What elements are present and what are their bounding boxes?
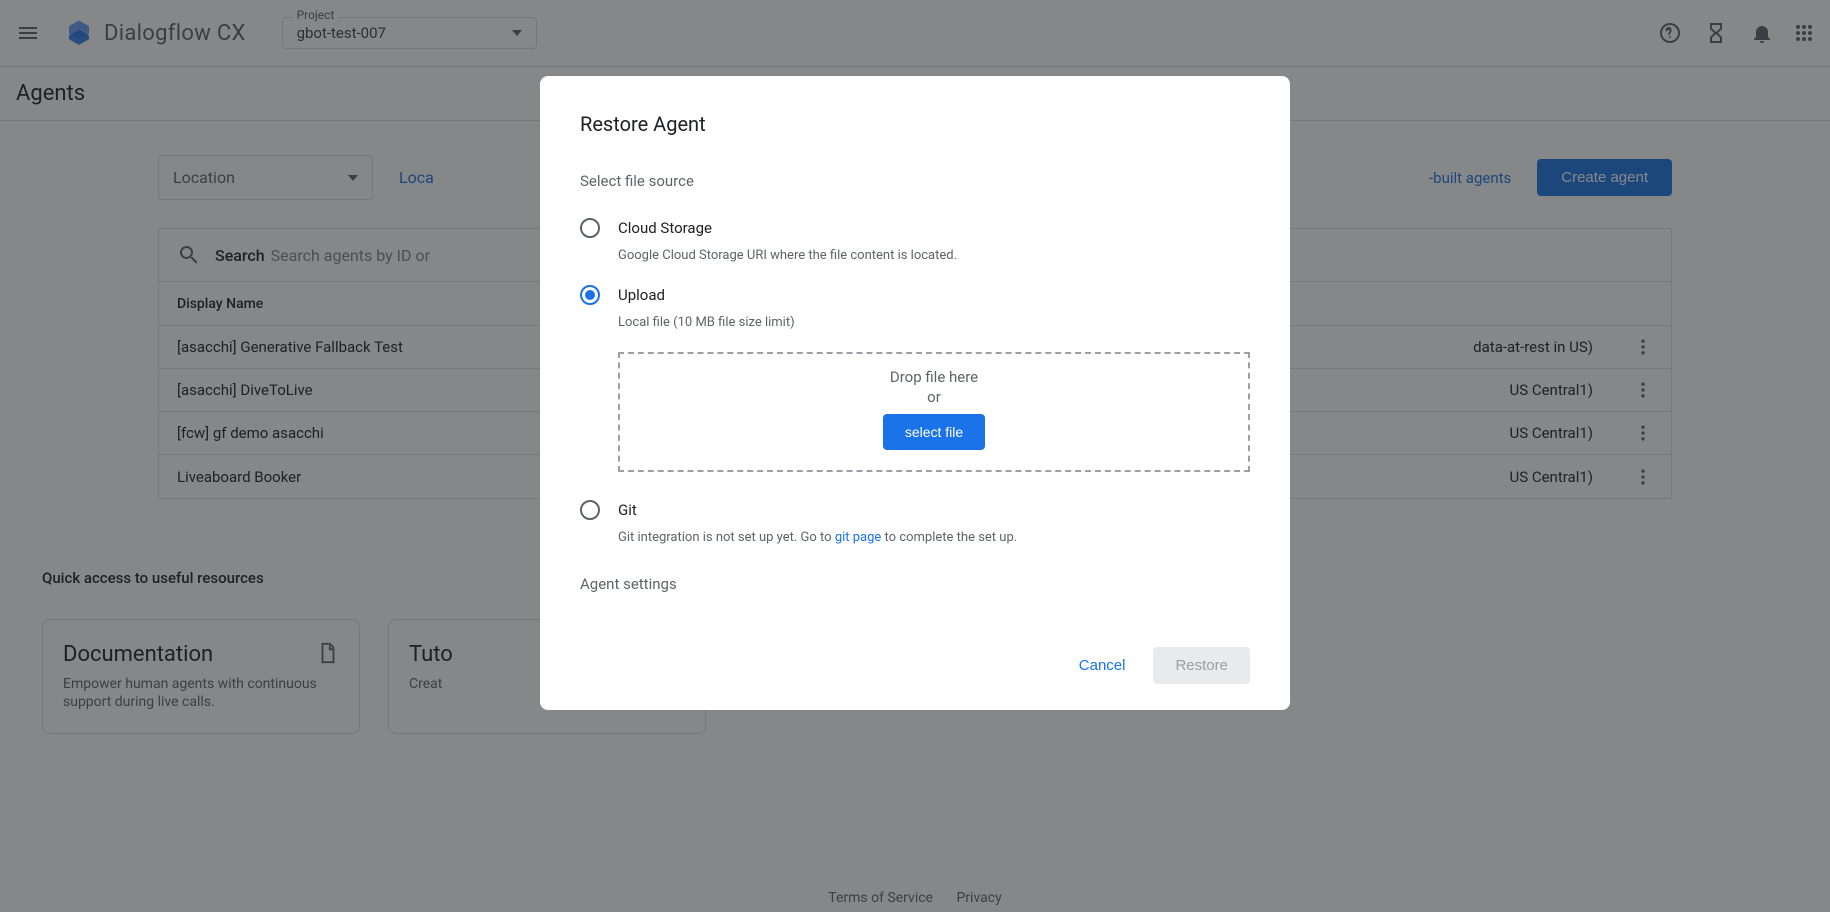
option-git[interactable]: Git Git integration is not set up yet. G… [580,500,1250,545]
radio-unchecked-icon[interactable] [580,500,600,520]
radio-checked-icon[interactable] [580,285,600,305]
restore-agent-dialog: Restore Agent Select file source Cloud S… [540,76,1290,710]
cancel-button[interactable]: Cancel [1071,647,1134,684]
git-desc: Git integration is not set up yet. Go to… [618,530,1250,545]
dialog-title: Restore Agent [580,112,1250,136]
restore-button: Restore [1153,647,1250,684]
radio-unchecked-icon[interactable] [580,218,600,238]
file-dropzone[interactable]: Drop file here or select file [618,352,1250,472]
agent-settings-label: Agent settings [580,575,1250,593]
option-upload[interactable]: Upload Local file (10 MB file size limit… [580,285,1250,472]
git-page-link[interactable]: git page [835,530,882,545]
file-source-label: Select file source [580,172,1250,190]
select-file-button[interactable]: select file [883,414,985,450]
option-cloud-storage[interactable]: Cloud Storage Google Cloud Storage URI w… [580,218,1250,263]
